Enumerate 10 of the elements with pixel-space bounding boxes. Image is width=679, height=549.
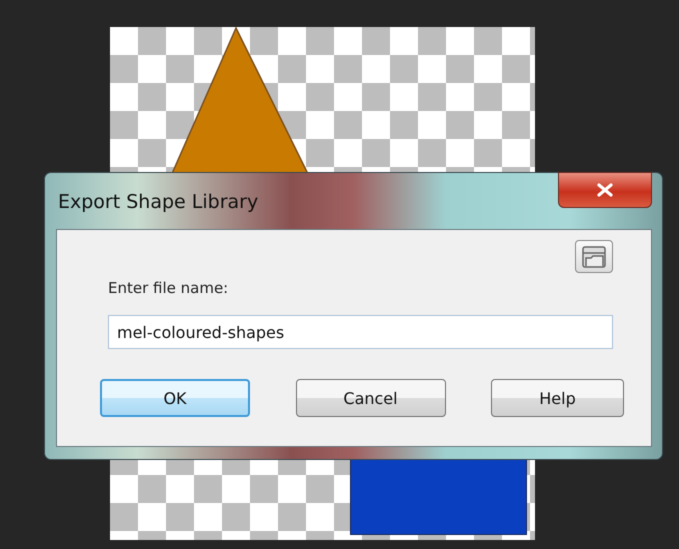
dialog-button[interactable]: Cancel [296,379,446,417]
browse-button[interactable] [575,240,613,273]
close-button[interactable] [558,172,652,208]
dialog-button[interactable]: OK [100,379,250,417]
file-name-field[interactable]: mel-coloured-shapes [108,315,613,349]
dialog-button[interactable]: Help [491,379,624,417]
dialog-title: Export Shape Library [58,191,258,213]
folder-icon [581,244,607,268]
field-label: Enter file name: [108,279,230,297]
close-icon [596,183,614,197]
